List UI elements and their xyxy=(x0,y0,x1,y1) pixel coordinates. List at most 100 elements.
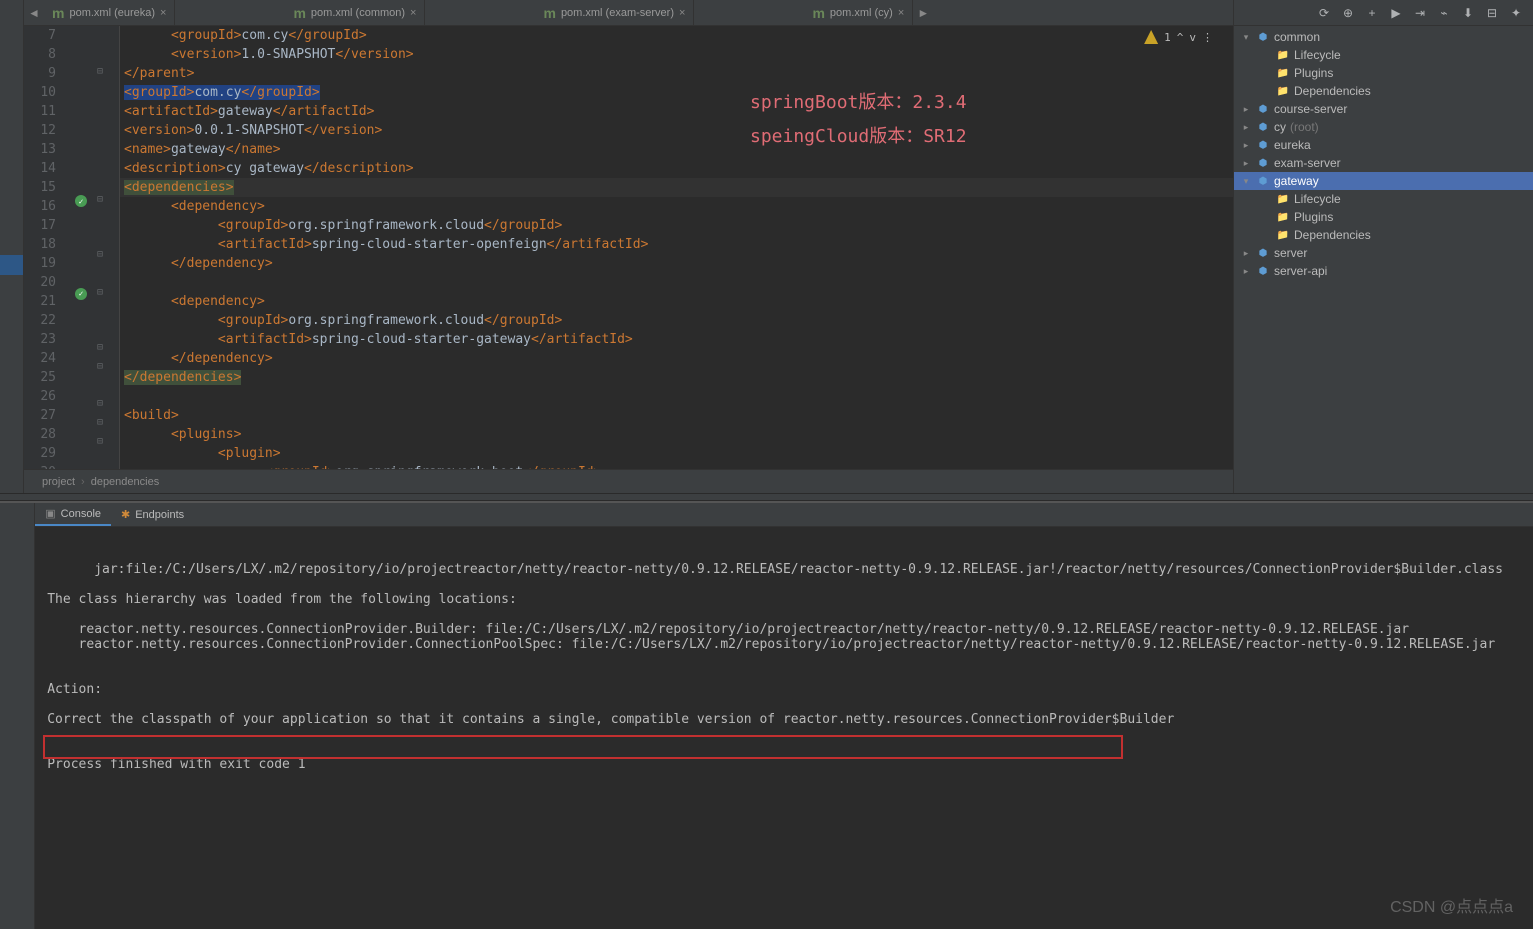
collapse-icon[interactable]: ⊟ xyxy=(1485,6,1499,20)
add-icon[interactable]: + xyxy=(1365,6,1379,20)
maven-tree[interactable]: ▾⬢common📁Lifecycle📁Plugins📁Dependencies▸… xyxy=(1234,26,1533,282)
exec-icon[interactable]: ⇥ xyxy=(1413,6,1427,20)
run-icon[interactable]: ▶ xyxy=(1389,6,1403,20)
tree-item-dependencies[interactable]: 📁Dependencies xyxy=(1234,226,1533,244)
file-tab[interactable]: mpom.xml (eureka)× xyxy=(44,0,175,25)
module-icon: ⬢ xyxy=(1256,30,1270,44)
module-icon: ⬢ xyxy=(1256,264,1270,278)
tab-endpoints[interactable]: ✱Endpoints xyxy=(111,503,194,526)
code-editor[interactable]: 1 ^ v ⋮ springBoot版本：2.3.4 speingCloud版本… xyxy=(120,26,1233,469)
module-icon: ⬢ xyxy=(1256,138,1270,152)
tab-console[interactable]: ▣Console xyxy=(35,503,111,526)
breadcrumb[interactable]: project›dependencies xyxy=(24,469,1233,493)
console-output[interactable]: jar:file:/C:/Users/LX/.m2/repository/io/… xyxy=(35,527,1533,929)
problems-icon[interactable]: ^ xyxy=(1177,31,1184,44)
settings-icon[interactable]: ✦ xyxy=(1509,6,1523,20)
warning-icon xyxy=(1144,30,1158,44)
left-tool-strip[interactable] xyxy=(0,0,24,493)
refresh-icon[interactable]: ⟳ xyxy=(1317,6,1331,20)
download-icon[interactable]: ⬇ xyxy=(1461,6,1475,20)
tab-prev[interactable]: ◄ xyxy=(24,0,44,25)
tree-item-server[interactable]: ▸⬢server xyxy=(1234,244,1533,262)
endpoints-icon: ✱ xyxy=(121,508,130,521)
maven-icon: m xyxy=(52,5,64,21)
close-icon[interactable]: × xyxy=(679,7,685,19)
bean-icon[interactable]: ✓ xyxy=(75,288,87,300)
editor-status: 1 ^ v ⋮ xyxy=(1144,30,1213,44)
tab-next[interactable]: ► xyxy=(913,0,933,25)
code-line[interactable]: </dependency> xyxy=(120,349,1233,368)
module-icon: ⬢ xyxy=(1256,246,1270,260)
code-line[interactable]: </dependencies> xyxy=(120,368,1233,387)
run-tabs: ▣Console ✱Endpoints xyxy=(35,503,1533,527)
code-line[interactable]: <build> xyxy=(120,406,1233,425)
tree-item-gateway[interactable]: ▾⬢gateway xyxy=(1234,172,1533,190)
code-line[interactable] xyxy=(120,387,1233,406)
file-tab[interactable]: mpom.xml (common)× xyxy=(285,0,425,25)
code-line[interactable]: <name>gateway</name> xyxy=(120,140,1233,159)
panel-divider[interactable] xyxy=(0,493,1533,501)
maven-toolbar: ⟳ ⊕ + ▶ ⇥ ⌁ ⬇ ⊟ ✦ xyxy=(1234,0,1533,26)
code-line[interactable] xyxy=(120,273,1233,292)
tree-item-common[interactable]: ▾⬢common xyxy=(1234,28,1533,46)
tree-item-eureka[interactable]: ▸⬢eureka xyxy=(1234,136,1533,154)
problems-icon[interactable]: v xyxy=(1189,31,1196,44)
tree-item-plugins[interactable]: 📁Plugins xyxy=(1234,64,1533,82)
code-line[interactable]: </dependency> xyxy=(120,254,1233,273)
close-icon[interactable]: × xyxy=(160,7,166,19)
close-icon[interactable]: × xyxy=(898,7,904,19)
generate-icon[interactable]: ⊕ xyxy=(1341,6,1355,20)
maven-panel: ⟳ ⊕ + ▶ ⇥ ⌁ ⬇ ⊟ ✦ ▾⬢common📁Lifecycle📁Plu… xyxy=(1233,0,1533,493)
run-tool-strip[interactable] xyxy=(0,503,35,929)
code-line[interactable]: <dependencies> xyxy=(120,178,1233,197)
tree-item-dependencies[interactable]: 📁Dependencies xyxy=(1234,82,1533,100)
code-line[interactable]: </parent> xyxy=(120,64,1233,83)
code-line[interactable]: <groupId>org.springframework.boot</group… xyxy=(120,463,1233,469)
bean-icon[interactable]: ✓ xyxy=(75,195,87,207)
folder-icon: 📁 xyxy=(1276,192,1290,206)
watermark: CSDN @点点点a xyxy=(1390,893,1513,917)
tree-item-server-api[interactable]: ▸⬢server-api xyxy=(1234,262,1533,280)
tree-item-exam-server[interactable]: ▸⬢exam-server xyxy=(1234,154,1533,172)
maven-icon: m xyxy=(543,5,555,21)
code-line[interactable]: <groupId>org.springframework.cloud</grou… xyxy=(120,216,1233,235)
more-icon[interactable]: ⋮ xyxy=(1202,31,1213,44)
close-icon[interactable]: × xyxy=(410,7,416,19)
folder-icon: 📁 xyxy=(1276,210,1290,224)
console-icon: ▣ xyxy=(45,507,55,520)
maven-icon: m xyxy=(293,5,305,21)
code-line[interactable]: <groupId>com.cy</groupId> xyxy=(120,83,1233,102)
module-icon: ⬢ xyxy=(1256,120,1270,134)
maven-icon: m xyxy=(812,5,824,21)
code-line[interactable]: <dependency> xyxy=(120,292,1233,311)
highlight-box xyxy=(43,735,1123,759)
tree-item-lifecycle[interactable]: 📁Lifecycle xyxy=(1234,46,1533,64)
code-line[interactable]: <groupId>org.springframework.cloud</grou… xyxy=(120,311,1233,330)
code-line[interactable]: <artifactId>gateway</artifactId> xyxy=(120,102,1233,121)
code-line[interactable]: <plugin> xyxy=(120,444,1233,463)
tree-item-plugins[interactable]: 📁Plugins xyxy=(1234,208,1533,226)
gutter: 7891011121314151617181920212223242526272… xyxy=(24,26,120,469)
annotation-2: speingCloud版本：SR12 xyxy=(750,122,967,148)
module-icon: ⬢ xyxy=(1256,102,1270,116)
code-line[interactable]: <description>cy gateway</description> xyxy=(120,159,1233,178)
annotation-1: springBoot版本：2.3.4 xyxy=(750,88,967,114)
code-line[interactable]: <artifactId>spring-cloud-starter-gateway… xyxy=(120,330,1233,349)
editor-tabs: ◄ mpom.xml (eureka)× mpom.xml (common)× mp… xyxy=(24,0,1233,26)
code-line[interactable]: <groupId>com.cy</groupId> xyxy=(120,26,1233,45)
tree-item-cy[interactable]: ▸⬢cy (root) xyxy=(1234,118,1533,136)
tree-item-lifecycle[interactable]: 📁Lifecycle xyxy=(1234,190,1533,208)
folder-icon: 📁 xyxy=(1276,228,1290,242)
code-line[interactable]: <version>1.0-SNAPSHOT</version> xyxy=(120,45,1233,64)
code-line[interactable]: <plugins> xyxy=(120,425,1233,444)
file-tab[interactable]: mpom.xml (cy)× xyxy=(804,0,913,25)
toggle-icon[interactable]: ⌁ xyxy=(1437,6,1451,20)
file-tab[interactable]: mpom.xml (exam-server)× xyxy=(535,0,694,25)
tree-item-course-server[interactable]: ▸⬢course-server xyxy=(1234,100,1533,118)
module-icon: ⬢ xyxy=(1256,174,1270,188)
code-line[interactable]: <dependency> xyxy=(120,197,1233,216)
folder-icon: 📁 xyxy=(1276,84,1290,98)
folder-icon: 📁 xyxy=(1276,48,1290,62)
code-line[interactable]: <version>0.0.1-SNAPSHOT</version> xyxy=(120,121,1233,140)
code-line[interactable]: <artifactId>spring-cloud-starter-openfei… xyxy=(120,235,1233,254)
